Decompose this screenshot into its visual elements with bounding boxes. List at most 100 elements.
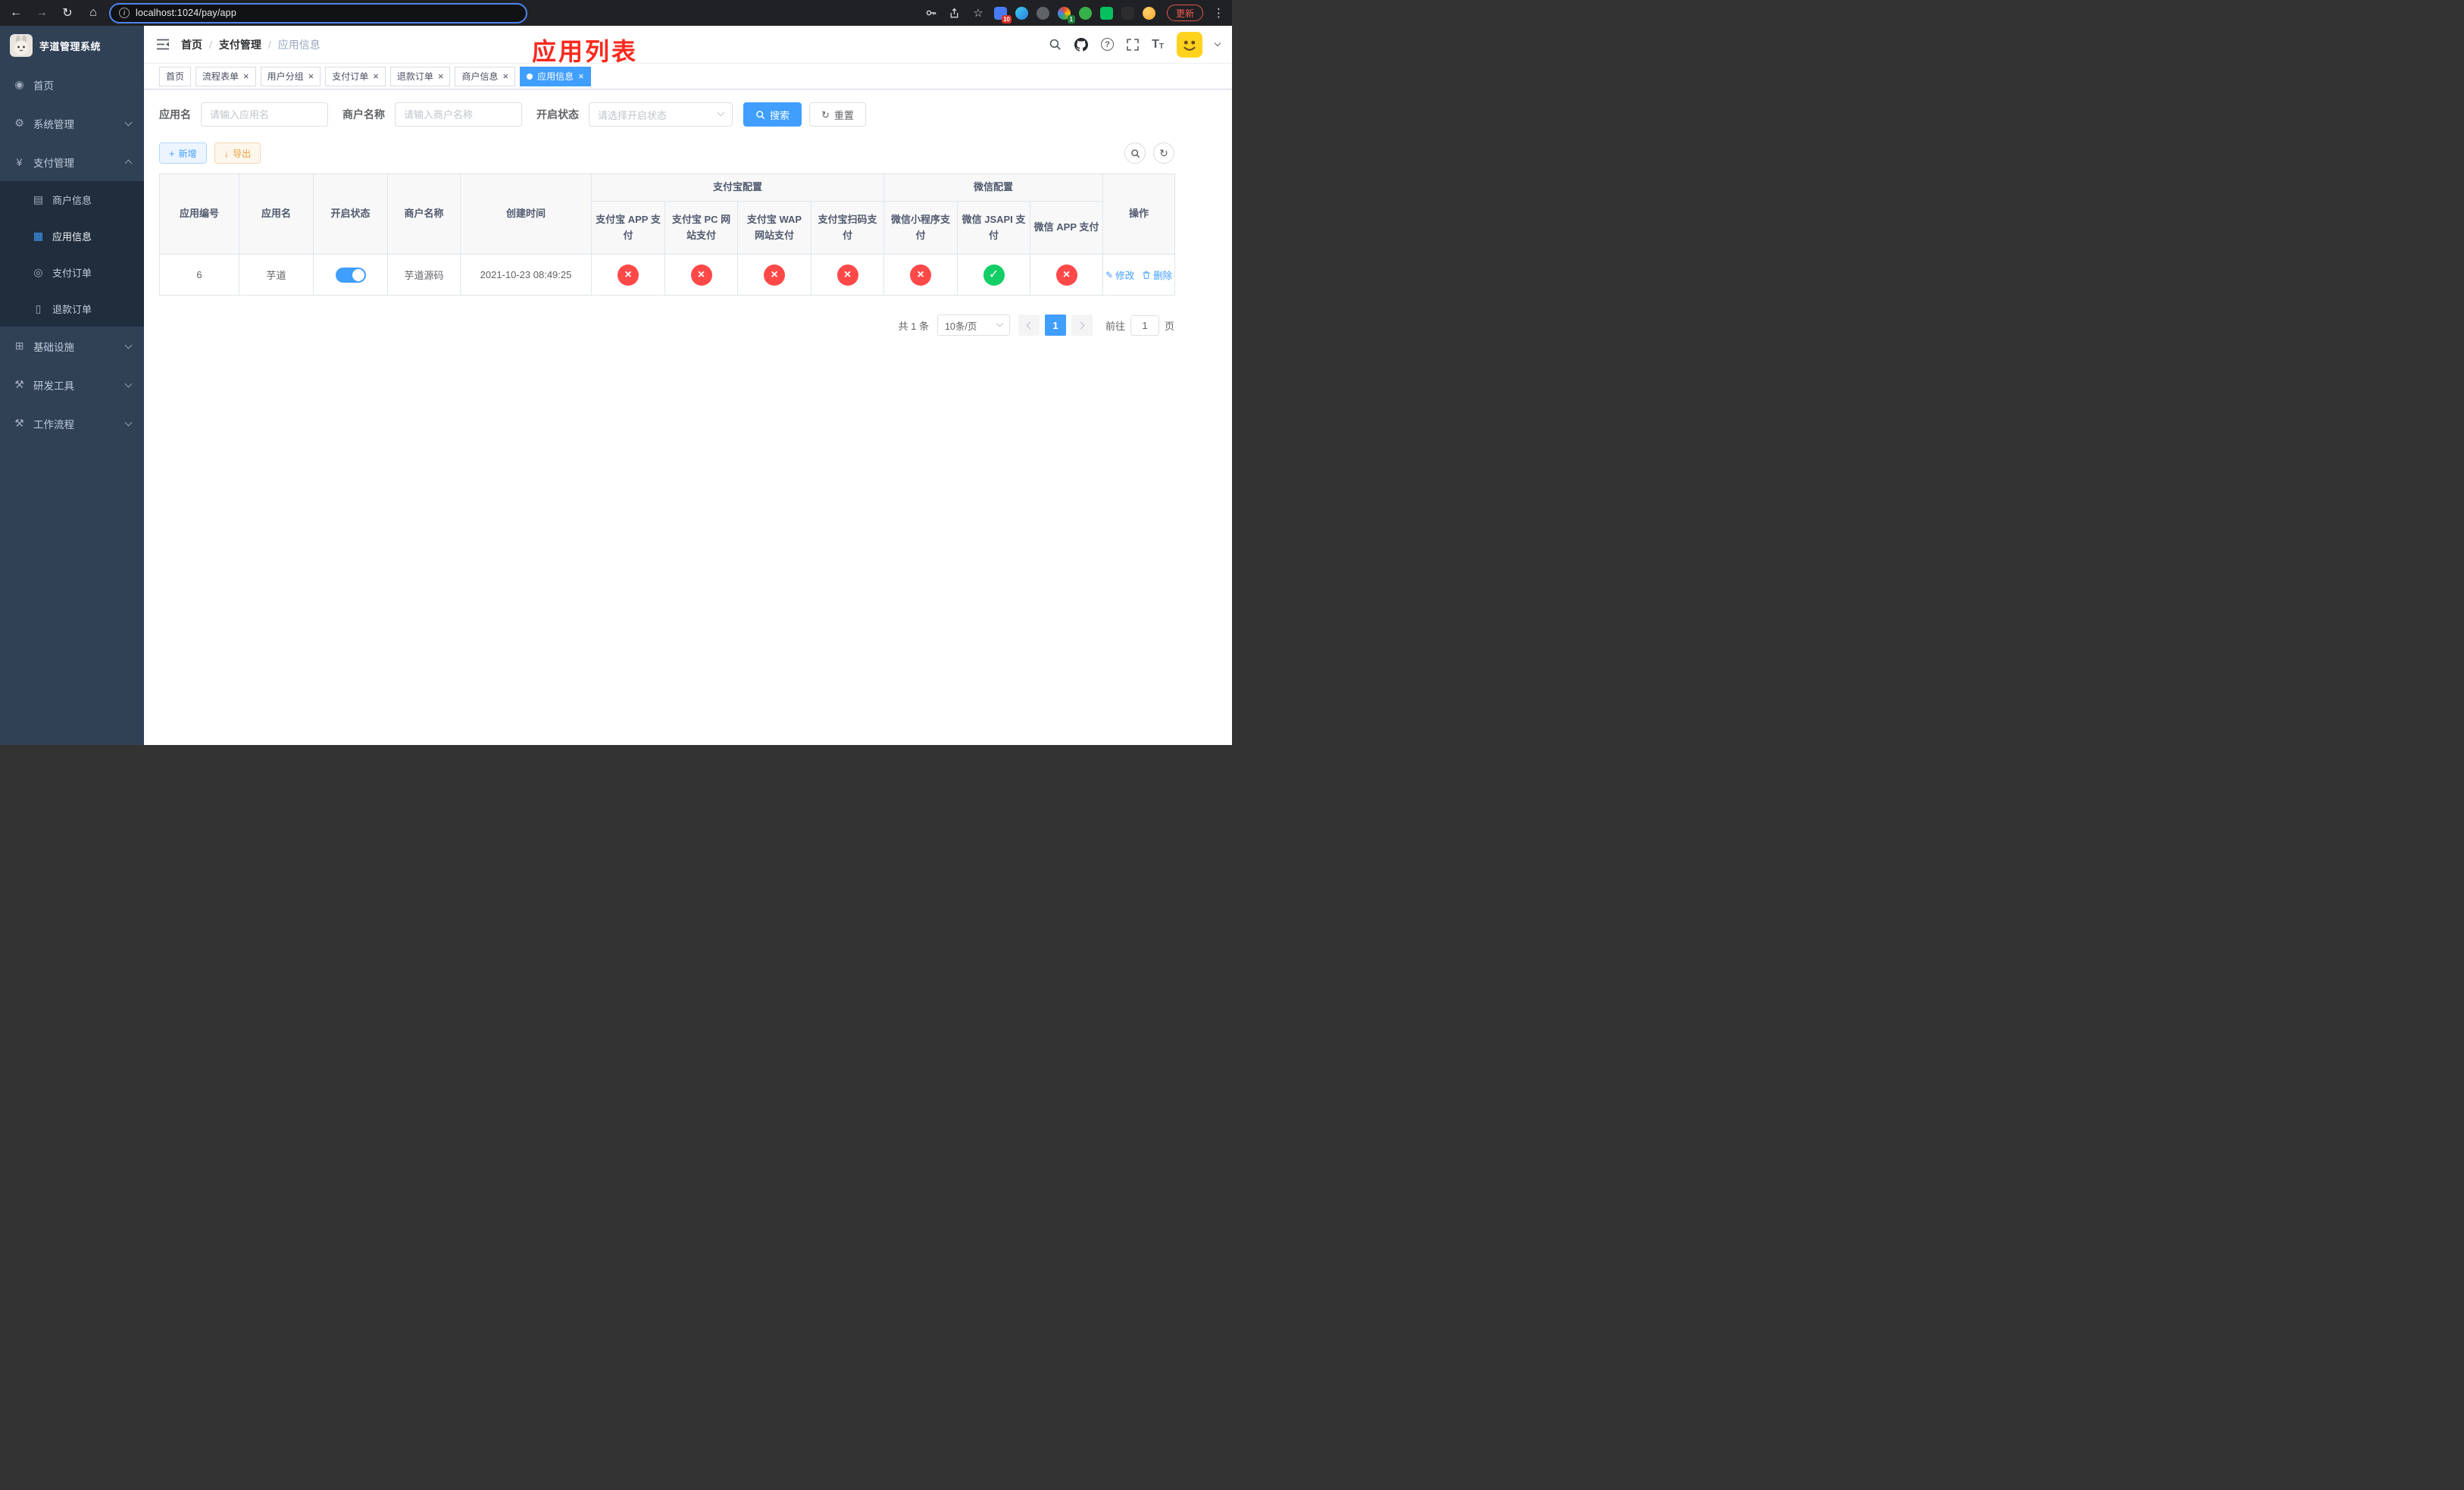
profile-avatar-icon[interactable] — [1142, 6, 1155, 20]
close-icon[interactable]: × — [308, 71, 314, 81]
chevron-down-icon[interactable] — [1214, 39, 1221, 47]
sidebar-item-label: 应用信息 — [52, 230, 92, 243]
edit-button[interactable]: ✎ 修改 — [1105, 268, 1134, 282]
prev-page-button[interactable] — [1018, 315, 1040, 336]
close-icon[interactable]: × — [438, 71, 444, 81]
delete-button[interactable]: 删除 — [1142, 268, 1172, 282]
col-alipay-pc: 支付宝 PC 网站支付 — [664, 201, 738, 255]
app-name-label: 应用名 — [159, 108, 191, 121]
share-icon[interactable] — [947, 5, 962, 20]
page-goto-input[interactable] — [1130, 315, 1159, 336]
next-page-button[interactable] — [1071, 315, 1093, 336]
group-wechat-config: 微信配置 — [883, 174, 1104, 202]
tags-view: 首页 流程表单 × 用户分组 × 支付订单 × 退款订单 × 商户信息 × 应用… — [144, 64, 1232, 89]
tab-pay-order[interactable]: 支付订单 × — [325, 66, 386, 86]
sidebar-item-system[interactable]: ⚙ 系统管理 — [0, 104, 144, 142]
tab-user-group[interactable]: 用户分组 × — [260, 66, 321, 86]
sidebar-item-merchant-info[interactable]: ▤ 商户信息 — [0, 181, 144, 218]
browser-chrome: ← → ↻ ⌂ i localhost:1024/pay/app ☆ 10 1 — [0, 0, 1232, 26]
sidebar-item-workflow[interactable]: ⚒ 工作流程 — [0, 404, 144, 443]
sidebar-item-infrastructure[interactable]: ⊞ 基础设施 — [0, 327, 144, 365]
browser-menu-icon[interactable]: ⋮ — [1213, 6, 1224, 20]
tab-home[interactable]: 首页 — [159, 66, 192, 86]
plus-icon: + — [169, 147, 175, 159]
refresh-table-button[interactable]: ↻ — [1153, 142, 1174, 164]
toolbox-icon: ⚒ — [14, 378, 24, 390]
sidebar-item-label: 研发工具 — [33, 380, 74, 392]
tab-app-info[interactable]: 应用信息 × — [520, 66, 591, 86]
toggle-search-button[interactable] — [1124, 142, 1146, 164]
add-button[interactable]: + 新增 — [159, 142, 207, 164]
tab-refund-order[interactable]: 退款订单 × — [389, 66, 451, 86]
sidebar-item-app-info[interactable]: ▦ 应用信息 — [0, 218, 144, 254]
col-app-name: 应用名 — [239, 174, 314, 255]
gear-icon: ⚙ — [14, 117, 24, 129]
col-status: 开启状态 — [313, 174, 388, 255]
reset-button[interactable]: ↻ 重置 — [809, 102, 866, 127]
payment-submenu: ▤ 商户信息 ▦ 应用信息 ◎ 支付订单 ▯ 退款订单 — [0, 181, 144, 327]
close-icon[interactable]: × — [243, 71, 249, 81]
sidebar-item-home[interactable]: ◉ 首页 — [0, 65, 144, 104]
col-created: 创建时间 — [460, 174, 592, 255]
extension-green-circle-icon[interactable] — [1078, 6, 1092, 20]
password-key-icon[interactable] — [924, 5, 939, 20]
breadcrumb-payment[interactable]: 支付管理 — [219, 37, 261, 52]
extension-gray-icon[interactable] — [1036, 6, 1049, 20]
wechat-app-status-icon: × — [1055, 264, 1077, 286]
sidebar-item-payment[interactable]: ¥ 支付管理 — [0, 142, 144, 181]
search-icon[interactable] — [1049, 38, 1062, 51]
merchant-name-input[interactable] — [395, 102, 522, 127]
page-size-select[interactable]: 10条/页 — [937, 315, 1010, 336]
close-icon[interactable]: × — [373, 71, 379, 81]
extension-blue-icon[interactable]: 10 — [993, 6, 1012, 23]
close-icon[interactable]: × — [578, 71, 584, 81]
filter-form: 应用名 商户名称 开启状态 请选择开启状态 — [159, 102, 1217, 127]
breadcrumb-home[interactable]: 首页 — [181, 37, 202, 52]
extension-gem-icon[interactable] — [1015, 6, 1028, 20]
sidebar-item-dev-tools[interactable]: ⚒ 研发工具 — [0, 365, 144, 404]
chrome-update-button[interactable]: 更新 — [1166, 5, 1203, 21]
browser-actions: ☆ 10 1 更新 ⋮ — [924, 5, 1224, 23]
fullscreen-icon[interactable] — [1127, 38, 1139, 51]
extension-colorful-icon[interactable]: 1 — [1057, 6, 1075, 23]
alipay-app-status-icon: × — [618, 264, 639, 286]
status-label: 开启状态 — [536, 108, 579, 121]
github-icon[interactable] — [1074, 37, 1089, 52]
help-icon[interactable]: ? — [1101, 38, 1115, 51]
sidebar-item-label: 首页 — [33, 80, 54, 92]
sidebar-collapse-icon[interactable] — [156, 39, 170, 50]
breadcrumb-separator: / — [209, 38, 212, 51]
page-annotation: 应用列表 — [532, 38, 639, 65]
home-icon[interactable]: ⌂ — [85, 5, 102, 21]
address-bar[interactable]: i localhost:1024/pay/app — [109, 2, 527, 23]
chevron-down-icon — [124, 380, 133, 387]
cell-status — [313, 254, 388, 296]
forward-icon[interactable]: → — [33, 5, 50, 21]
back-icon[interactable]: ← — [8, 5, 24, 21]
extension-wechat-icon[interactable] — [1099, 6, 1113, 20]
sidebar-item-pay-order[interactable]: ◎ 支付订单 — [0, 254, 144, 290]
chevron-up-icon — [124, 159, 133, 167]
app-name-input[interactable] — [201, 102, 328, 127]
total-count: 共 1 条 — [898, 320, 929, 332]
search-button[interactable]: 搜索 — [743, 102, 802, 127]
close-icon[interactable]: × — [502, 71, 508, 81]
tab-merchant-info[interactable]: 商户信息 × — [455, 66, 516, 86]
status-select[interactable]: 请选择开启状态 — [589, 102, 733, 127]
tab-process-form[interactable]: 流程表单 × — [195, 66, 256, 86]
sidebar-item-refund-order[interactable]: ▯ 退款订单 — [0, 290, 144, 327]
font-size-icon[interactable]: TT — [1152, 38, 1164, 51]
extension-badge: 10 — [1002, 14, 1012, 23]
extension-puzzle-icon[interactable] — [1121, 6, 1134, 20]
bookmark-star-icon[interactable]: ☆ — [971, 5, 986, 20]
enable-switch[interactable] — [335, 267, 366, 283]
main-area: 应用列表 首页 / 支付管理 / 应用信息 ? T T 首页 流程表单 × 用户… — [144, 26, 1232, 745]
page-1-button[interactable]: 1 — [1044, 315, 1066, 336]
navbar-actions: ? TT — [1049, 31, 1221, 58]
goto-label: 前往 — [1105, 320, 1125, 332]
sidebar-item-label: 退款订单 — [52, 303, 92, 315]
avatar[interactable] — [1177, 31, 1202, 58]
reload-icon[interactable]: ↻ — [59, 5, 76, 21]
export-button[interactable]: ↓ 导出 — [214, 142, 261, 164]
site-info-icon[interactable]: i — [119, 8, 130, 18]
